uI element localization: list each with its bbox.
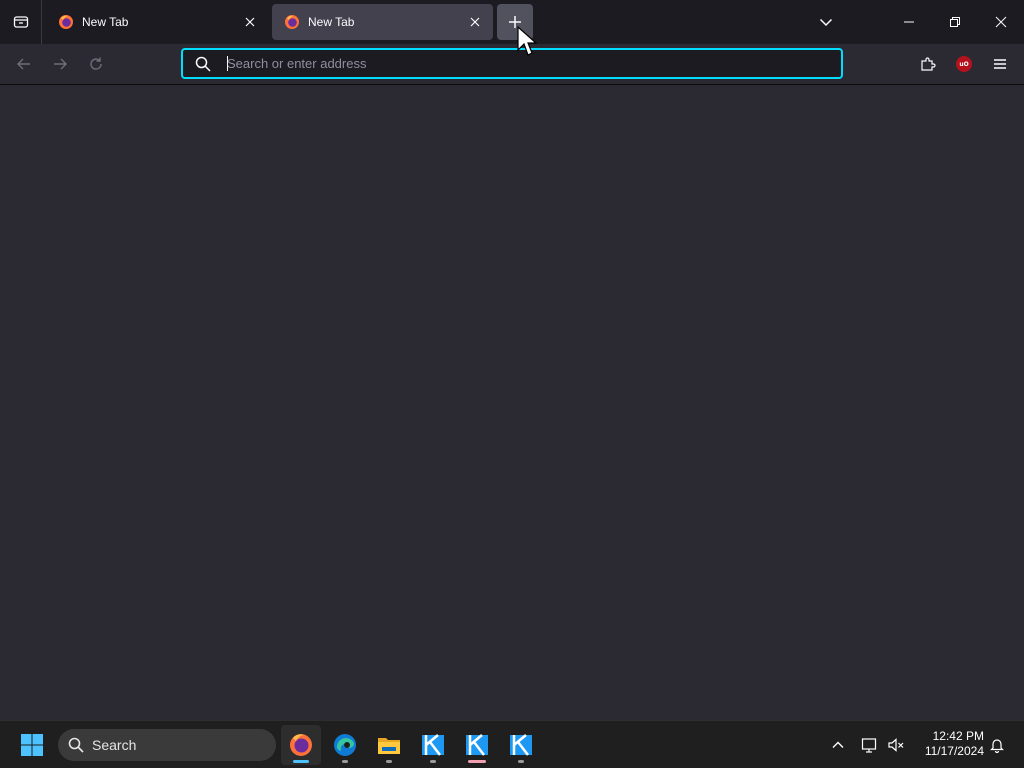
address-bar[interactable] xyxy=(181,48,843,79)
navigation-toolbar: uO xyxy=(0,44,1024,85)
kdenlive-icon xyxy=(466,734,488,756)
taskbar-app-edge[interactable] xyxy=(325,725,365,765)
firefox-view-icon xyxy=(13,16,28,28)
arrow-left-icon xyxy=(17,58,30,70)
taskbar-search-label: Search xyxy=(92,737,137,753)
back-button[interactable] xyxy=(8,48,40,80)
taskbar-app-file-explorer[interactable] xyxy=(369,725,409,765)
kdenlive-icon xyxy=(422,734,444,756)
running-indicator xyxy=(518,760,524,763)
text-caret xyxy=(227,56,228,71)
bell-icon xyxy=(990,739,1004,753)
list-all-tabs-button[interactable] xyxy=(810,6,842,38)
puzzle-piece-icon xyxy=(921,57,936,71)
windows-logo-icon xyxy=(21,734,43,756)
network-tray-button[interactable] xyxy=(858,729,882,761)
edge-icon xyxy=(334,734,356,756)
ublock-icon: uO xyxy=(956,56,972,72)
reload-button[interactable] xyxy=(80,48,112,80)
search-icon xyxy=(183,50,223,77)
page-content xyxy=(0,85,1024,720)
clock-time: 12:42 PM xyxy=(932,729,984,743)
close-icon xyxy=(245,17,255,27)
taskbar-app-firefox[interactable] xyxy=(281,725,321,765)
minimize-icon xyxy=(904,21,914,23)
tab-selected[interactable]: New Tab xyxy=(272,4,493,40)
taskbar-app-kdenlive[interactable] xyxy=(413,725,453,765)
notifications-button[interactable] xyxy=(986,729,1008,761)
running-indicator xyxy=(386,760,392,763)
extensions-button[interactable] xyxy=(912,48,944,80)
taskbar-search-box[interactable]: Search xyxy=(58,729,276,761)
minimize-button[interactable] xyxy=(886,0,932,44)
firefox-view-button[interactable] xyxy=(0,0,42,44)
running-indicator xyxy=(468,760,486,763)
firefox-icon xyxy=(59,15,73,29)
tab-close-button[interactable] xyxy=(463,10,487,34)
running-indicator xyxy=(430,760,436,763)
speaker-muted-icon xyxy=(888,738,904,752)
forward-button[interactable] xyxy=(44,48,76,80)
mouse-cursor-icon xyxy=(517,26,537,56)
application-menu-button[interactable] xyxy=(984,48,1016,80)
reload-icon xyxy=(90,57,102,70)
chevron-down-icon xyxy=(819,18,833,27)
ublock-origin-button[interactable]: uO xyxy=(948,48,980,80)
tab[interactable]: New Tab xyxy=(46,4,268,40)
start-button[interactable] xyxy=(12,725,52,765)
volume-tray-button[interactable] xyxy=(884,729,908,761)
chevron-up-icon xyxy=(832,741,844,748)
search-icon xyxy=(68,737,84,753)
firefox-icon xyxy=(285,15,299,29)
restore-icon xyxy=(950,17,960,27)
kdenlive-icon xyxy=(510,734,532,756)
taskbar-app-kdenlive[interactable] xyxy=(457,725,497,765)
hamburger-menu-icon xyxy=(994,59,1006,69)
restore-button[interactable] xyxy=(932,0,978,44)
running-indicator xyxy=(293,760,309,763)
close-icon xyxy=(470,17,480,27)
clock-date: 11/17/2024 xyxy=(924,744,984,758)
taskbar: Search 12:42 PM 11/17/2024 xyxy=(0,720,1024,768)
show-hidden-icons-button[interactable] xyxy=(826,729,850,761)
close-icon xyxy=(995,16,1007,28)
display-icon xyxy=(861,738,877,753)
tab-title: New Tab xyxy=(82,15,129,29)
running-indicator xyxy=(342,760,348,763)
file-explorer-icon xyxy=(378,738,400,754)
close-window-button[interactable] xyxy=(978,0,1024,44)
firefox-icon xyxy=(290,734,312,756)
tab-title: New Tab xyxy=(308,15,355,29)
taskbar-app-kdenlive[interactable] xyxy=(501,725,541,765)
screen: New Tab New Tab Search or enter address … xyxy=(0,0,1024,768)
taskbar-clock[interactable]: 12:42 PM 11/17/2024 xyxy=(914,729,984,761)
arrow-right-icon xyxy=(54,58,67,70)
tab-strip: New Tab New Tab xyxy=(0,0,1024,44)
tab-close-button[interactable] xyxy=(238,10,262,34)
